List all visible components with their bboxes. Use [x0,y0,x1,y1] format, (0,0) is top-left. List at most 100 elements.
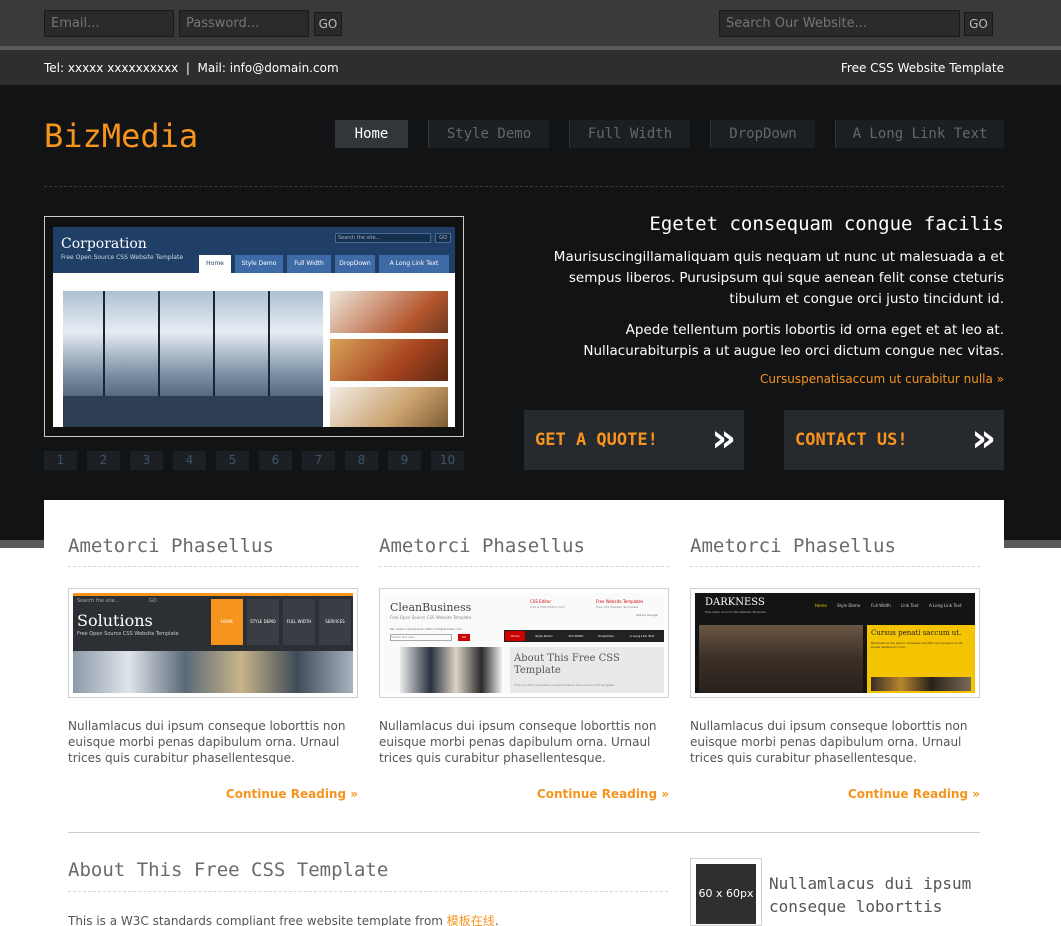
thumb-contact: Tel: xxxxx xxxxxxxxxx | Mail: info@domai… [390,627,462,631]
sidebar-thumbnail[interactable]: 60 x 60px [690,858,762,926]
nav-long-link[interactable]: A Long Link Text [835,120,1004,148]
column-thumbnail-darkness[interactable]: DARKNESS Free Open Source CSS Website Te… [690,588,980,698]
password-input[interactable] [179,10,309,37]
section-divider [68,832,980,833]
slide-pager-5[interactable]: 5 [216,451,249,470]
thumb-caption-sub: This is a W3C standards compliant Open S… [514,683,615,687]
column-text: Nullamlacus dui ipsum conseque loborttis… [68,719,346,765]
column-divider [68,566,358,567]
slide-thumb-photo [330,291,448,333]
slide-pager-6[interactable]: 6 [259,451,292,470]
about-divider [68,891,668,892]
about-text-suffix: . [494,914,499,926]
slide-title: Corporation [61,236,147,252]
thumb-search: Search the site... [390,634,452,641]
column-text: Nullamlacus dui ipsum conseque loborttis… [379,719,657,765]
nav-style-demo[interactable]: Style Demo [428,120,549,148]
continue-reading-link[interactable]: Continue Reading » [68,787,358,801]
hero-heading: Egetet consequam congue facilis [649,213,1004,235]
about-text-prefix: This is a W3C standards compliant free w… [68,914,447,926]
slide-nav-item: Home [199,255,231,273]
header-divider [44,186,1004,187]
about-link[interactable]: 模板在线 [447,914,495,926]
slide-subtitle: Free Open Source CSS Website Template [61,254,184,261]
contact-us-label: CONTACT US! [795,430,908,450]
sidebar-heading[interactable]: Nullamlacus dui ipsum conseque loborttis [769,872,984,918]
slide-search-field: Search the site... [335,233,431,243]
slide-pager-7[interactable]: 7 [302,451,335,470]
thumb-box1-title: CSS Editor [530,599,551,604]
slide-pager-9[interactable]: 9 [388,451,421,470]
get-quote-button[interactable]: GET A QUOTE! » [524,410,744,470]
office-photo [63,291,323,427]
thumb-nav: Full Width [568,634,584,638]
image-placeholder: 60 x 60px [696,864,756,924]
thumb-caption: Cursus penati saccum ut. [871,629,962,637]
search-go-button[interactable]: GO [964,12,993,36]
column-heading: Ametorci Phasellus [379,535,585,557]
thumb-nav: SERVICES [319,599,351,645]
continue-reading-link[interactable]: Continue Reading » [690,787,980,801]
thumb-go: GO [458,634,470,641]
slide-nav-item: DropDown [335,255,375,273]
thumb-nav: DropDown [598,634,614,638]
slide-pager-3[interactable]: 3 [130,451,163,470]
slide-pager-2[interactable]: 2 [87,451,120,470]
slide-pager-4[interactable]: 4 [173,451,206,470]
hero-read-more-link[interactable]: Cursuspenatisaccum ut curabitur nulla » [760,372,1004,386]
thumb-subtitle: Free Open Source CSS Website Template [77,631,179,637]
thumb-box2-title: Free Website Templates [596,599,644,604]
thumb-venice-photo [699,625,863,693]
contact-strip: Tel: xxxxx xxxxxxxxxx | Mail: info@domai… [0,50,1061,85]
slide-image: Corporation Free Open Source CSS Website… [53,227,455,427]
thumb-nav: FULL WIDTH [283,599,315,645]
thumb-title: DARKNESS [705,597,765,608]
column-text: Nullamlacus dui ipsum conseque loborttis… [690,719,968,765]
slide-nav-item: Full Width [287,255,331,273]
column-divider [379,566,669,567]
column-divider [690,566,980,567]
thumb-nav: Style Demo [837,603,861,608]
continue-reading-link[interactable]: Continue Reading » [379,787,669,801]
slide-pager-8[interactable]: 8 [345,451,378,470]
thumb-title: CleanBusiness [390,601,472,614]
slide-nav-item: A Long Link Text [379,255,449,273]
slide-pager-10[interactable]: 10 [431,451,464,470]
nav-home[interactable]: Home [335,120,408,148]
slide-pager-1[interactable]: 1 [44,451,77,470]
tagline: Free CSS Website Template [840,61,1004,75]
thumb-nav: Home [505,631,525,641]
thumb-caption-text: Nullamlacus dui ipsum conseque loborttis… [871,641,963,649]
contact-us-button[interactable]: CONTACT US! » [784,410,1004,470]
about-text: This is a W3C standards compliant free w… [68,912,499,926]
slide-nav-item: Style Demo [235,255,283,273]
about-heading: About This Free CSS Template [68,859,389,881]
email-input[interactable] [44,10,174,37]
nav-full-width[interactable]: Full Width [569,120,690,148]
column-thumbnail-solutions[interactable]: Search the site... GO Solutions Free Ope… [68,588,358,698]
thumb-ads-label: Ads by Google [636,613,658,617]
hero-paragraph-1: Maurisuscingillamaliquam quis nequam ut … [553,249,1004,307]
column-heading: Ametorci Phasellus [690,535,896,557]
search-input[interactable] [719,10,960,37]
contact-info: Tel: xxxxx xxxxxxxxxx | Mail: info@domai… [44,61,339,75]
site-logo[interactable]: BizMedia [44,117,198,155]
slideshow-frame[interactable]: Corporation Free Open Source CSS Website… [44,216,464,437]
hero-paragraph-2: Apede tellentum portis lobortis id orna … [583,322,1004,359]
slide-thumb-photo [330,339,448,381]
thumb-go: GO [149,598,157,604]
slide-thumb-photo [330,387,448,427]
thumb-subtitle: Free Open Source CSS Website Template [390,615,472,620]
thumb-business-photo [400,647,502,693]
double-chevron-right-icon: » [971,416,996,460]
column-thumbnail-cleanbusiness[interactable]: CleanBusiness Free Open Source CSS Websi… [379,588,669,698]
thumb-subtitle: Free Open Source CSS Website Template [705,610,767,614]
thumb-nav: HOME [211,599,243,645]
thumb-nav: Style Demo [535,634,553,638]
login-go-button[interactable]: GO [314,12,342,36]
thumb-title: Solutions [77,611,153,630]
thumb-nav: Link Text [901,603,919,608]
thumb-nav: STYLE DEMO [247,599,279,645]
double-chevron-right-icon: » [711,416,736,460]
nav-dropdown[interactable]: DropDown [710,120,815,148]
